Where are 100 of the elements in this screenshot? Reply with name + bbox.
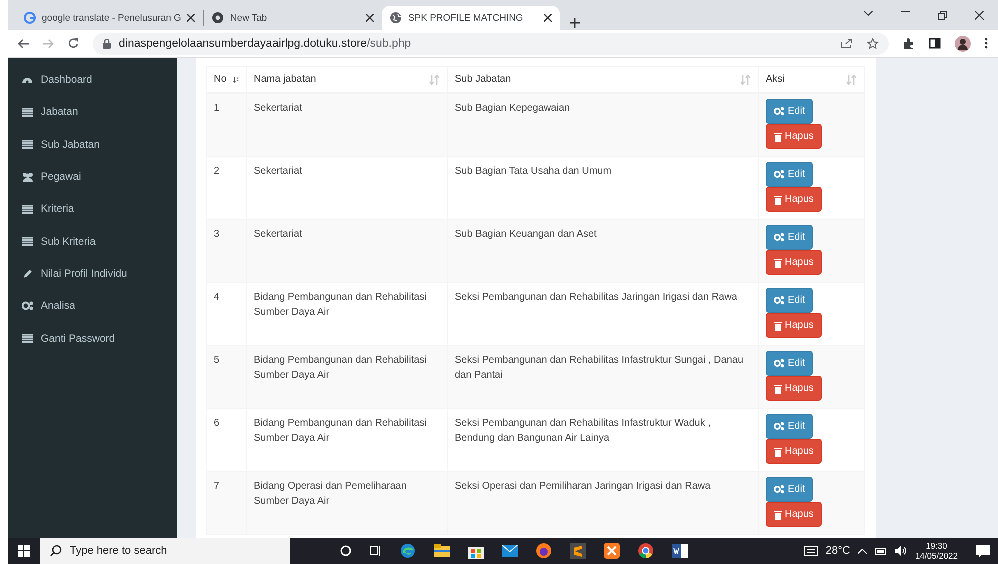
sidebar-item[interactable]: Kriteria (41, 203, 74, 216)
edit-button[interactable]: Edit (766, 288, 814, 313)
table-cell-text: Seksi Pembangunan dan Rehabilitas Infastruktur Waduk , Bendung dan Bangunan Air Lainya (455, 417, 712, 446)
list-icon (22, 108, 33, 117)
star-icon[interactable] (867, 38, 879, 50)
clock-date[interactable]: 14/05/2022 (915, 551, 958, 561)
search-placeholder: Type here to search (70, 545, 168, 557)
xampp-icon[interactable] (604, 543, 620, 559)
close-icon[interactable] (544, 14, 552, 22)
clock-time[interactable]: 19:30 (926, 541, 948, 551)
sidebar-item[interactable]: Sub Jabatan (41, 138, 100, 151)
edit-button[interactable]: Edit (766, 225, 814, 250)
menu-icon[interactable] (985, 38, 988, 49)
search-icon (50, 545, 62, 557)
table-cell: 3 (214, 229, 220, 240)
users-icon (22, 172, 34, 182)
lock-icon (103, 38, 111, 48)
table-cell-text: Bidang Pembangunan dan Rehabilitasi Sumber Daya Air (254, 417, 428, 446)
trash-icon (774, 320, 782, 330)
mail-icon[interactable] (502, 545, 518, 557)
chevron-up-icon[interactable] (858, 548, 868, 554)
puzzle-icon[interactable] (903, 38, 915, 50)
delete-button[interactable]: Hapus (766, 376, 822, 401)
globe-icon (390, 12, 402, 24)
table-cell-text: Sub Bagian Keuangan dan Aset (455, 228, 598, 242)
delete-button[interactable]: Hapus (766, 502, 822, 527)
avatar-icon[interactable] (955, 36, 971, 52)
list-icon (22, 140, 33, 150)
table-cell: 1 (214, 103, 220, 114)
list-icon (22, 237, 33, 246)
google-icon (24, 12, 36, 24)
edit-button[interactable]: Edit (766, 99, 814, 124)
share-icon[interactable] (841, 38, 853, 49)
table-cell-text: Bidang Pembangunan dan Rehabilitasi Sumber Daya Air (254, 291, 428, 320)
edit-button[interactable]: Edit (766, 414, 814, 439)
search-field[interactable]: Type here to search (40, 538, 290, 564)
side-panel-icon[interactable] (929, 38, 941, 49)
sidebar-item[interactable]: Pegawai (41, 171, 82, 184)
sidebar-item[interactable]: Sub Kriteria (41, 236, 96, 248)
delete-button[interactable]: Hapus (766, 313, 822, 338)
list-icon (22, 334, 33, 344)
table-cell: 2 (214, 166, 220, 177)
weather-icon[interactable] (804, 546, 818, 556)
table-cell-text: Seksi Pembangunan dan Rehabilitas Jaringan Irigasi dan Rawa (455, 291, 738, 305)
delete-button[interactable]: Hapus (766, 187, 822, 212)
edge-icon[interactable] (400, 543, 416, 559)
table-cell-text: Sub Bagian Tata Usaha dan Umum (455, 165, 613, 179)
folder-icon[interactable] (434, 544, 450, 558)
back-icon[interactable] (18, 38, 29, 48)
sidebar-item[interactable]: Analisa (41, 300, 76, 312)
edit-button[interactable]: Edit (766, 162, 814, 187)
close-icon[interactable] (975, 10, 984, 20)
trash-icon (774, 132, 782, 142)
notification-icon[interactable] (976, 544, 990, 558)
address-bar[interactable]: dinaspengelolaansumberdayaairlpg.dotuku.store/sub.php (93, 32, 889, 54)
restore-icon[interactable] (938, 10, 947, 20)
sidebar-item[interactable]: Nilai Profil Individu (41, 268, 128, 280)
edit-button[interactable]: Edit (766, 477, 814, 502)
firefox-icon[interactable] (536, 543, 552, 559)
gears-icon (774, 233, 785, 242)
minimize-icon[interactable] (901, 10, 910, 12)
delete-button[interactable]: Hapus (766, 124, 822, 149)
url-text: dinaspengelolaansumberdayaairlpg.dotuku.store (119, 38, 368, 50)
close-icon[interactable] (366, 14, 374, 22)
table-cell-text: Sekertariat (254, 228, 304, 242)
sidebar-item[interactable]: Ganti Password (41, 332, 116, 345)
reload-icon[interactable] (68, 38, 79, 49)
trash-icon (774, 258, 782, 268)
table-cell-text: Bidang Pembangunan dan Rehabilitasi Sumber Daya Air (254, 354, 428, 383)
browser-tab[interactable]: SPK PROFILE MATCHING (382, 6, 560, 30)
list-icon (22, 204, 33, 214)
dashboard-icon (22, 75, 33, 86)
pencil-icon (22, 268, 32, 279)
gears-icon (774, 296, 785, 305)
sidebar-item[interactable]: Jabatan (41, 106, 78, 118)
edit-button[interactable]: Edit (766, 351, 814, 376)
chrome-icon[interactable] (638, 543, 654, 559)
delete-button[interactable]: Hapus (766, 250, 822, 275)
task-view-icon[interactable] (370, 545, 382, 557)
browser-tab[interactable]: New Tab (204, 6, 382, 30)
gears-icon (774, 359, 785, 368)
chevron-icon[interactable] (864, 10, 873, 16)
sort-ascending-icon[interactable] (232, 74, 239, 84)
battery-icon[interactable] (875, 548, 888, 554)
table-cell-text: Seksi Operasi dan Pemiliharan Jaringan Irigasi dan Rawa (455, 480, 712, 494)
new-tab-icon[interactable] (570, 18, 580, 28)
table-cell-text: Bidang Operasi dan Pemeliharaan Sumber Daya Air (254, 480, 408, 509)
delete-button[interactable]: Hapus (766, 439, 822, 464)
cortana-icon[interactable] (340, 545, 352, 557)
windows-icon[interactable] (18, 545, 30, 557)
browser-tab[interactable]: google translate - Penelusuran G (16, 6, 204, 30)
word-icon[interactable] (672, 544, 688, 558)
close-icon[interactable] (187, 14, 196, 22)
volume-icon[interactable] (895, 546, 908, 556)
table-cell-text: Seksi Pembangunan dan Rehabilitas Infastruktur Sungai , Danau dan Pantai (455, 354, 745, 383)
column-header[interactable]: No (214, 72, 227, 87)
temperature-text[interactable]: 28°C (826, 545, 850, 557)
sidebar-item[interactable]: Dashboard (41, 74, 92, 86)
sublime-icon[interactable] (570, 543, 586, 559)
table-cell-text: Sub Bagian Kepegawaian (455, 102, 572, 116)
